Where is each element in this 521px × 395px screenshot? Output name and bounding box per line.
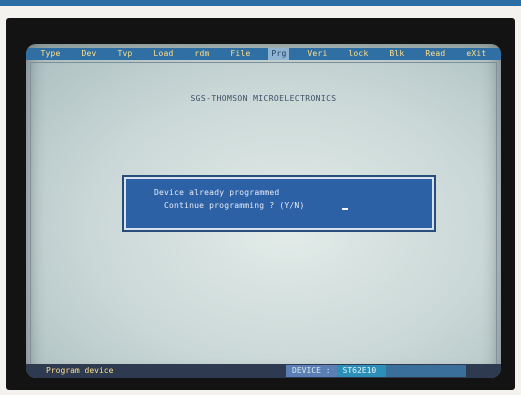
company-title: SGS-THOMSON MICROELECTRONICS bbox=[190, 94, 337, 103]
text-cursor[interactable] bbox=[342, 208, 348, 210]
page-top-rule bbox=[0, 0, 521, 6]
menu-item-read[interactable]: Read bbox=[422, 48, 448, 60]
menu-item-rdm[interactable]: rdm bbox=[191, 48, 212, 60]
dialog-message: Device already programmed bbox=[154, 188, 280, 197]
menu-item-prg[interactable]: Prg bbox=[268, 48, 290, 60]
confirm-dialog: Device already programmed Continue progr… bbox=[122, 175, 436, 232]
dialog-prompt: Continue programming ? (Y/N) bbox=[164, 201, 305, 210]
menu-bar: Type Dev Tvp Load rdm File Prg Veri lock… bbox=[26, 48, 501, 60]
crt-screen: Type Dev Tvp Load rdm File Prg Veri lock… bbox=[26, 44, 501, 378]
menu-item-tvp[interactable]: Tvp bbox=[114, 48, 135, 60]
menu-item-load[interactable]: Load bbox=[150, 48, 176, 60]
device-value: ST62E10 bbox=[336, 365, 387, 377]
device-label: DEVICE : bbox=[286, 365, 337, 377]
menu-item-type[interactable]: Type bbox=[37, 48, 63, 60]
photo-background: Type Dev Tvp Load rdm File Prg Veri lock… bbox=[0, 0, 521, 395]
device-indicator: DEVICE : ST62E10 bbox=[286, 365, 467, 377]
status-bar-filler bbox=[386, 365, 467, 377]
menu-item-lock[interactable]: lock bbox=[345, 48, 371, 60]
menu-item-exit[interactable]: eXit bbox=[463, 48, 489, 60]
menu-item-dev[interactable]: Dev bbox=[78, 48, 99, 60]
menu-item-blk[interactable]: Blk bbox=[386, 48, 407, 60]
menu-item-veri[interactable]: Veri bbox=[304, 48, 330, 60]
status-bar: Program device DEVICE : ST62E10 bbox=[26, 364, 501, 378]
menu-item-file[interactable]: File bbox=[227, 48, 253, 60]
status-message: Program device bbox=[46, 366, 114, 375]
